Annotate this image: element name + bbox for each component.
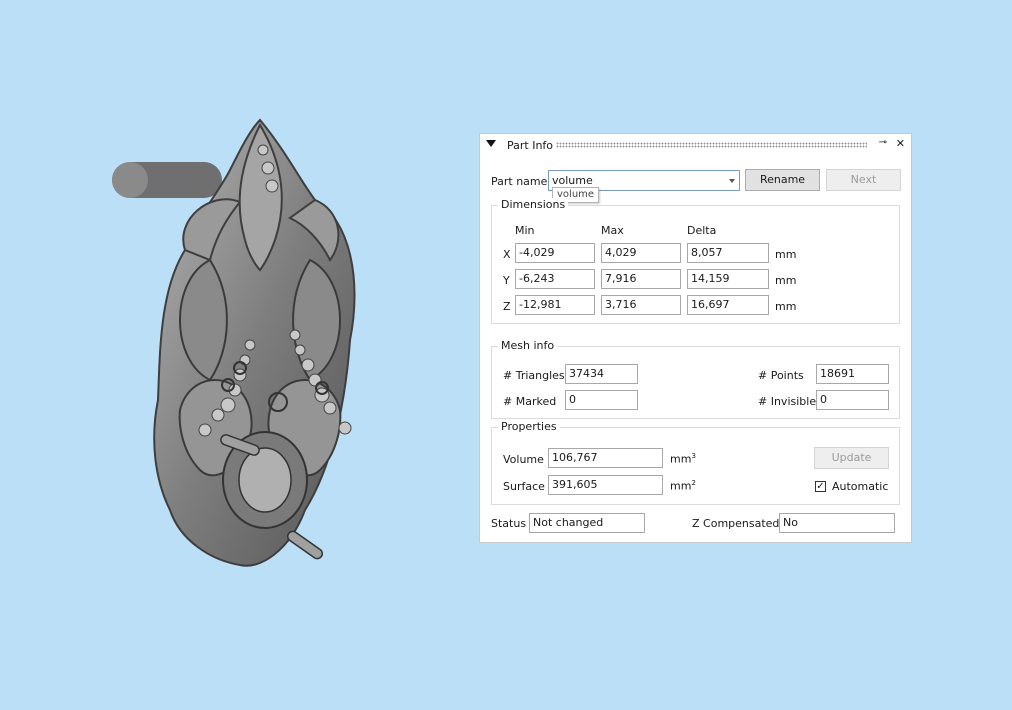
x-min-field[interactable]: -4,029 <box>515 243 595 263</box>
properties-group: Properties Volume 106,767 mm3 Update Sur… <box>491 420 900 505</box>
axis-x-label: X <box>503 248 511 261</box>
status-label: Status <box>491 517 527 530</box>
points-label: # Points <box>758 369 804 382</box>
points-field[interactable]: 18691 <box>816 364 889 384</box>
part-name-label: Part name <box>491 175 548 188</box>
triangles-label: # Triangles <box>503 369 565 382</box>
z-max-field[interactable]: 3,716 <box>601 295 681 315</box>
volume-unit-text: mm <box>670 452 692 466</box>
volume-label: Volume <box>503 453 544 466</box>
y-max-field[interactable]: 7,916 <box>601 269 681 289</box>
marked-field[interactable]: 0 <box>565 390 638 410</box>
properties-title: Properties <box>498 420 560 433</box>
header-min: Min <box>515 224 535 237</box>
surface-unit: mm2 <box>670 479 696 493</box>
close-icon[interactable]: ✕ <box>896 137 905 150</box>
chevron-down-icon[interactable] <box>729 179 735 183</box>
part-name-value: volume <box>552 174 593 187</box>
x-unit-label: mm <box>775 248 797 261</box>
z-unit-label: mm <box>775 300 797 313</box>
invisible-label: # Invisible <box>758 395 817 408</box>
invisible-field[interactable]: 0 <box>816 390 889 410</box>
panel-title: Part Info <box>507 139 554 152</box>
status-field[interactable]: Not changed <box>529 513 645 533</box>
axis-z-label: Z <box>503 300 511 313</box>
z-min-field[interactable]: -12,981 <box>515 295 595 315</box>
dimensions-group: Dimensions Min Max Delta X -4,029 4,029 … <box>491 198 900 324</box>
z-delta-field[interactable]: 16,697 <box>687 295 769 315</box>
surface-label: Surface <box>503 480 545 493</box>
drag-grip[interactable] <box>556 142 867 148</box>
automatic-checkbox[interactable]: ✓ <box>815 481 826 492</box>
axis-y-label: Y <box>503 274 510 287</box>
z-compensated-field[interactable]: No <box>779 513 895 533</box>
header-max: Max <box>601 224 624 237</box>
header-delta: Delta <box>687 224 717 237</box>
part-info-panel: Part Info ⊸ ✕ Part name volume volume Re… <box>479 133 912 543</box>
z-compensated-label: Z Compensated <box>692 517 780 530</box>
x-delta-field[interactable]: 8,057 <box>687 243 769 263</box>
dimensions-title: Dimensions <box>498 198 569 211</box>
volume-field[interactable]: 106,767 <box>548 448 663 468</box>
marked-label: # Marked <box>503 395 557 408</box>
surface-unit-text: mm <box>670 479 692 493</box>
volume-unit: mm3 <box>670 452 696 466</box>
triangles-field[interactable]: 37434 <box>565 364 638 384</box>
next-button[interactable]: Next <box>826 169 901 191</box>
x-max-field[interactable]: 4,029 <box>601 243 681 263</box>
y-delta-field[interactable]: 14,159 <box>687 269 769 289</box>
y-min-field[interactable]: -6,243 <box>515 269 595 289</box>
y-unit-label: mm <box>775 274 797 287</box>
mesh-info-group: Mesh info # Triangles 37434 # Points 186… <box>491 339 900 419</box>
pin-icon[interactable]: ⊸ <box>879 137 887 148</box>
update-button[interactable]: Update <box>814 447 889 469</box>
automatic-label: Automatic <box>832 480 889 493</box>
pendant-3d-model[interactable] <box>100 110 380 580</box>
collapse-arrow-icon[interactable] <box>486 140 496 147</box>
mesh-info-title: Mesh info <box>498 339 558 352</box>
rename-button[interactable]: Rename <box>745 169 820 191</box>
surface-field[interactable]: 391,605 <box>548 475 663 495</box>
panel-titlebar: Part Info ⊸ ✕ <box>480 134 911 156</box>
